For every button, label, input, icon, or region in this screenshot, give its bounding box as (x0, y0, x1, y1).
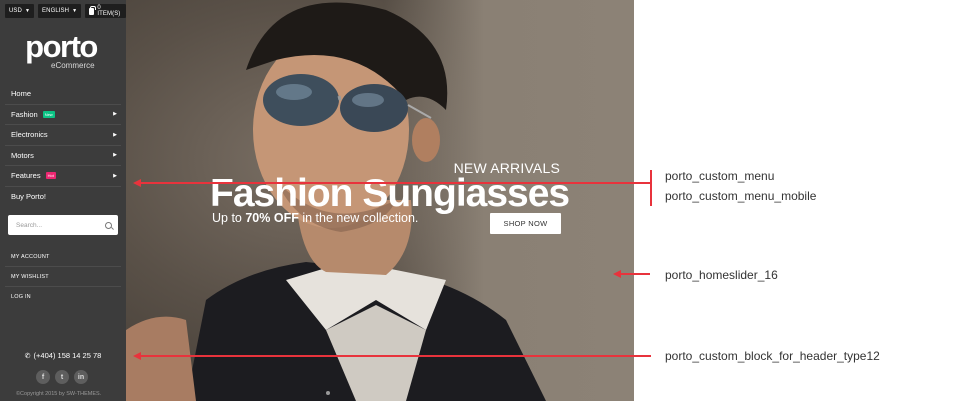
search-placeholder: Search... (16, 221, 43, 229)
annotation-label-block: porto_custom_block_for_header_type12 (665, 349, 880, 363)
slide-subtitle-suffix: in the new collection. (298, 211, 419, 225)
shopping-bag-icon (89, 5, 97, 15)
menu-item-features[interactable]: Features Hot ▶ (5, 166, 121, 187)
annotation-label-slider: porto_homeslider_16 (665, 268, 778, 282)
main-menu: Home Fashion New ▶ Electronics ▶ Motors … (5, 84, 121, 207)
copyright-text: ©Copyright 2015 by SW-THEMES. (16, 391, 102, 397)
screenshot-stage: USD ▼ ENGLISH ▼ 0 ITEM(S) porto eCommerc… (0, 0, 960, 401)
menu-item-label: Motors (11, 150, 34, 160)
menu-item-label: Buy Porto! (11, 192, 47, 202)
annotation-bracket (650, 170, 652, 206)
search-icon[interactable] (105, 221, 112, 229)
chevron-right-icon: ▶ (113, 172, 117, 179)
my-account-link[interactable]: MY ACCOUNT (5, 247, 121, 267)
annotation-label-menu-mobile: porto_custom_menu_mobile (665, 189, 817, 203)
logo-word: porto (25, 29, 98, 64)
shop-now-button[interactable]: SHOP NOW (490, 213, 561, 234)
menu-item-label: Electronics (11, 130, 48, 140)
annotation-label-menu: porto_custom_menu (665, 169, 775, 183)
menu-item-buy-porto[interactable]: Buy Porto! (5, 187, 121, 208)
currency-switcher[interactable]: USD ▼ (5, 4, 35, 18)
log-in-link[interactable]: LOG IN (5, 287, 121, 307)
cart-count: 0 ITEM(S) (97, 5, 121, 17)
chevron-right-icon: ▶ (113, 111, 117, 118)
chevron-right-icon: ▶ (113, 152, 117, 159)
contact-phone: ✆ (+404) 158 14 25 78 (0, 351, 126, 360)
language-switcher[interactable]: ENGLISH ▼ (38, 4, 82, 18)
account-links: MY ACCOUNT MY WISHLIST LOG IN (5, 247, 121, 307)
menu-item-motors[interactable]: Motors ▶ (5, 146, 121, 166)
caret-down-icon: ▼ (24, 8, 31, 14)
annotation-arrow-menu (140, 182, 651, 184)
menu-item-label: Fashion (11, 109, 38, 119)
menu-item-label: Features (11, 171, 41, 181)
phone-icon: ✆ (24, 352, 31, 360)
menu-item-home[interactable]: Home (5, 84, 121, 105)
annotation-arrowhead (133, 179, 141, 187)
slide-subtitle: Up to 70% OFF in the new collection. (212, 211, 418, 225)
annotation-arrow-slider (620, 273, 650, 275)
new-badge: New (42, 110, 55, 118)
site-logo[interactable]: porto eCommerce (0, 29, 126, 70)
search-input[interactable]: Search... (8, 215, 118, 235)
my-wishlist-link[interactable]: MY WISHLIST (5, 267, 121, 287)
slide-subtitle-highlight: 70% OFF (245, 211, 299, 225)
top-bar: USD ▼ ENGLISH ▼ 0 ITEM(S) (5, 4, 126, 18)
hot-badge: Hot (45, 172, 56, 180)
menu-item-electronics[interactable]: Electronics ▶ (5, 125, 121, 146)
social-links: f t in (36, 370, 88, 384)
mini-cart-button[interactable]: 0 ITEM(S) (85, 4, 126, 18)
home-slider: NEW ARRIVALS Fashion Sungiasses Up to 70… (126, 0, 634, 401)
menu-item-label: Home (11, 89, 32, 99)
currency-label: USD (9, 8, 22, 14)
slide-title: Fashion Sungiasses (210, 172, 570, 215)
header-sidebar: USD ▼ ENGLISH ▼ 0 ITEM(S) porto eCommerc… (0, 0, 126, 401)
caret-down-icon: ▼ (72, 8, 78, 14)
slider-pagination-dot[interactable] (326, 391, 330, 395)
slide-subtitle-prefix: Up to (212, 211, 246, 225)
annotation-arrowhead (613, 270, 621, 278)
logo-subtitle: eCommerce (51, 61, 95, 70)
annotation-arrow-block (140, 355, 651, 357)
language-label: ENGLISH (42, 8, 70, 14)
facebook-icon[interactable]: f (36, 370, 50, 384)
menu-item-fashion[interactable]: Fashion New ▶ (5, 105, 121, 125)
linkedin-icon[interactable]: in (74, 370, 88, 384)
annotation-arrowhead (133, 352, 141, 360)
phone-number: (+404) 158 14 25 78 (33, 351, 102, 360)
chevron-right-icon: ▶ (113, 131, 117, 138)
twitter-icon[interactable]: t (55, 370, 69, 384)
